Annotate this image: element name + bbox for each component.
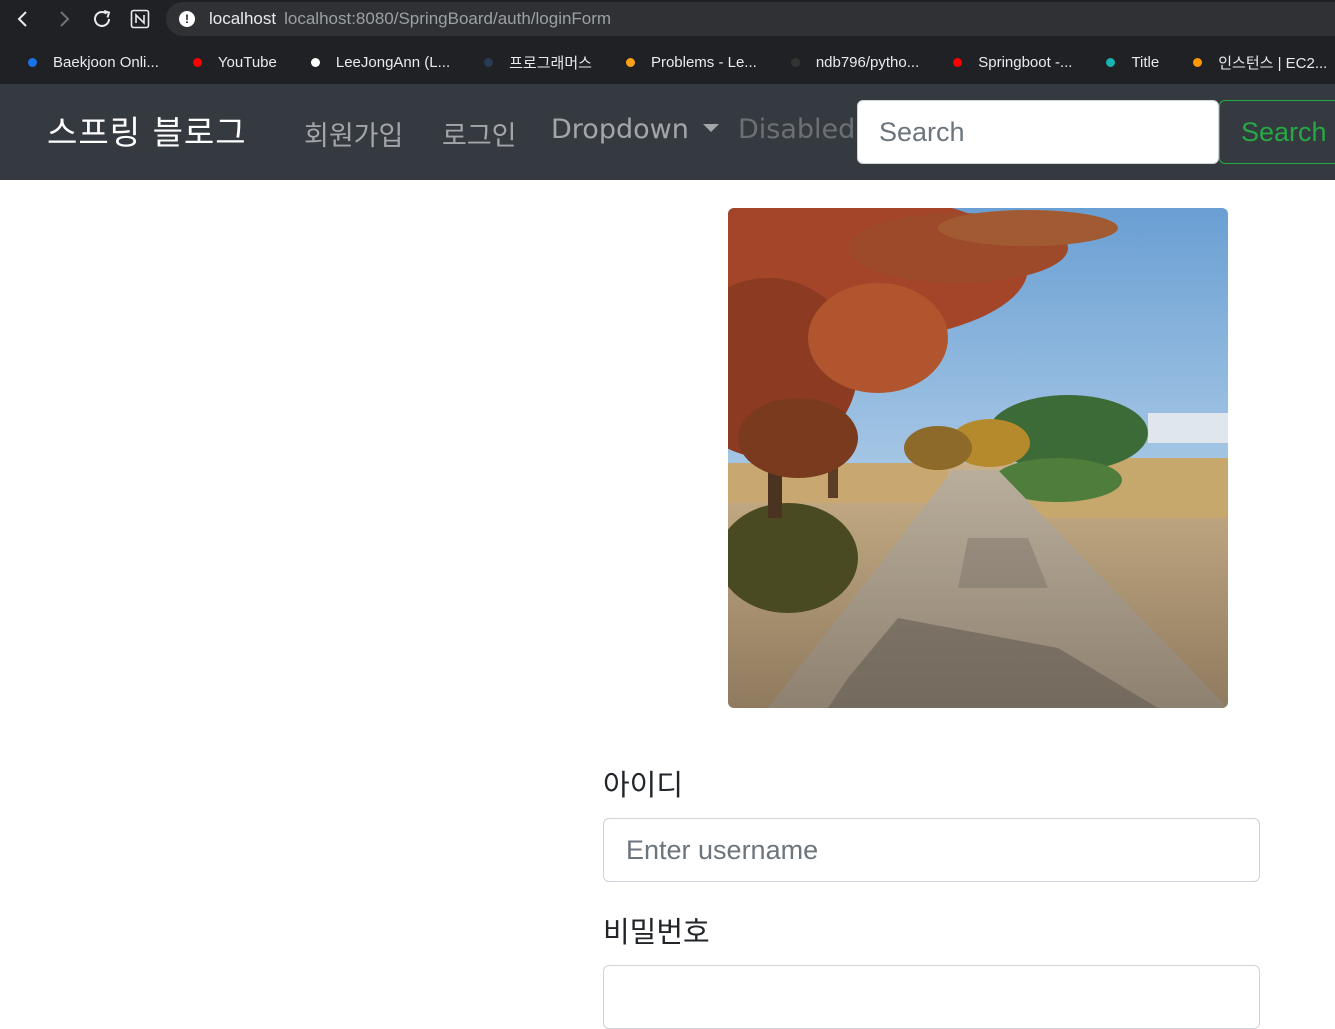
bookmark-item[interactable]: YouTube: [183, 54, 277, 71]
extension-button[interactable]: [126, 5, 154, 33]
bookmark-item[interactable]: Baekjoon Onli...: [18, 54, 159, 71]
bookmark-item[interactable]: Problems - Le...: [616, 54, 757, 71]
forward-button[interactable]: [50, 5, 78, 33]
bookmark-favicon-icon: [192, 57, 202, 67]
bookmark-favicon-icon: [953, 57, 963, 67]
bookmark-label: Problems - Le...: [650, 53, 757, 71]
notion-icon: [130, 9, 150, 29]
photo-illustration: [728, 208, 1228, 708]
navbar-search-input[interactable]: [857, 100, 1219, 164]
caret-down-icon: [702, 123, 719, 132]
autumn-path-photo: [728, 208, 1228, 708]
bookmark-favicon-icon: [1193, 57, 1203, 67]
bookmark-item[interactable]: LeeJongAnn (L...: [301, 54, 450, 71]
bookmark-favicon-icon: [28, 57, 37, 67]
bookmark-item[interactable]: 인스턴스 | EC2...: [1183, 52, 1327, 73]
nav-link-disabled: Disabled: [738, 114, 856, 145]
forward-arrow-icon: [60, 11, 70, 27]
bookmark-label: Baekjoon Onli...: [53, 53, 159, 71]
bookmark-item[interactable]: Title: [1096, 54, 1159, 71]
bookmark-favicon-icon: [1106, 57, 1116, 67]
bookmark-label: 프로그래머스: [509, 54, 592, 72]
nav-dropdown-label: Dropdown: [551, 114, 689, 145]
bookmark-favicon-icon: [484, 57, 494, 67]
address-bar[interactable]: ! localhost localhost:8080/SpringBoard/a…: [166, 2, 1335, 36]
bookmark-item[interactable]: 프로그래머스: [474, 52, 592, 73]
navbar-search-button[interactable]: Search: [1219, 100, 1335, 164]
bookmark-favicon-icon: [790, 57, 800, 67]
url-host: localhost: [209, 9, 277, 28]
bookmarks-bar: Baekjoon Onli... YouTube LeeJongAnn (L... 프…: [0, 44, 1335, 80]
back-button[interactable]: [9, 5, 37, 33]
navbar: 스프링 블로그 회원가입 로그인 Dropdown Disabled Searc…: [0, 84, 1335, 180]
bookmark-label: Springboot -...: [978, 53, 1073, 71]
reload-button[interactable]: [88, 5, 116, 33]
username-input[interactable]: [603, 818, 1260, 882]
bookmark-label: 인스턴스 | EC2...: [1218, 54, 1328, 72]
bookmark-favicon-icon: [625, 57, 635, 67]
site-info-icon[interactable]: !: [179, 11, 195, 27]
browser-chrome: ! localhost localhost:8080/SpringBoard/a…: [0, 0, 1335, 84]
password-input[interactable]: [603, 965, 1260, 1029]
bookmark-label: Title: [1131, 53, 1160, 71]
nav-link-signup[interactable]: 회원가입: [304, 114, 403, 153]
username-label: 아이디: [603, 768, 684, 802]
bookmark-favicon-icon: [310, 57, 320, 67]
nav-dropdown[interactable]: Dropdown: [551, 114, 719, 145]
bookmark-label: ndb796/pytho...: [815, 53, 920, 71]
brand-logo[interactable]: 스프링 블로그: [47, 106, 247, 154]
bookmark-item[interactable]: Springboot -...: [943, 54, 1072, 71]
password-label: 비밀번호: [603, 915, 710, 949]
bookmark-label: LeeJongAnn (L...: [335, 53, 451, 71]
bookmark-item[interactable]: ndb796/pytho...: [781, 54, 919, 71]
bookmark-label: YouTube: [217, 53, 277, 71]
url-path: localhost:8080/SpringBoard/auth/loginFor…: [284, 9, 612, 28]
nav-link-login[interactable]: 로그인: [442, 114, 517, 153]
back-arrow-icon: [17, 11, 27, 27]
reload-icon: [94, 10, 111, 27]
